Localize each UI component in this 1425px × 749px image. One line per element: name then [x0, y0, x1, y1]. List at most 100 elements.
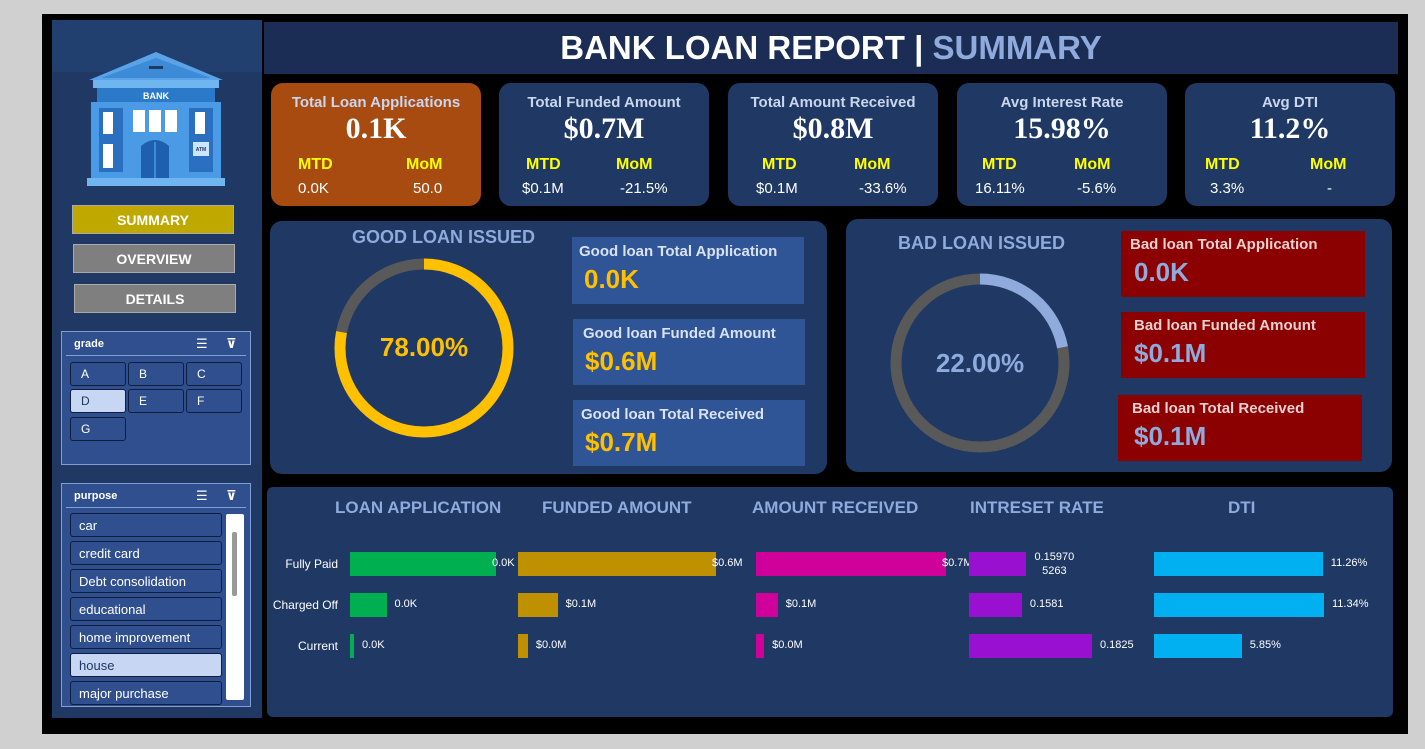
bad-loan-received-card: Bad loan Total Received $0.1M	[1118, 395, 1362, 461]
kpi-mom-value: -5.6%	[1077, 180, 1117, 197]
data-label-applications: 0.0K	[394, 598, 418, 610]
bar-applications	[350, 552, 496, 576]
chart-header-funded: FUNDED AMOUNT	[542, 498, 692, 517]
kpi-mtd-value: 16.11%	[975, 180, 1025, 197]
chart-header-received: AMOUNT RECEIVED	[752, 498, 919, 517]
kpi-mtd-value: $0.1M	[522, 180, 564, 197]
grade-option-f[interactable]: F	[186, 389, 242, 413]
page-title: BANK LOAN REPORT | SUMMARY	[264, 22, 1398, 74]
kpi-mtd-value: 0.0K	[298, 180, 329, 197]
kpi-title: Avg DTI	[1261, 94, 1319, 111]
kpi-title: Total Amount Received	[750, 94, 916, 111]
kpi-value: 0.1K	[345, 112, 407, 145]
bad-loan-card-value: 0.0K	[1134, 257, 1189, 287]
kpi-value: 11.2%	[1249, 112, 1331, 145]
kpi-mtd-label: MTD	[526, 156, 561, 173]
logo-atm-text: ATM	[196, 147, 206, 153]
bar-received	[756, 593, 778, 617]
data-label-interest: 0.1825	[1100, 639, 1134, 651]
multi-select-icon[interactable]: ☰	[196, 336, 208, 352]
data-label-funded: $0.6M	[712, 557, 743, 569]
multi-select-icon[interactable]: ☰	[196, 488, 208, 504]
kpi-avg-interest: Avg Interest Rate 15.98% MTD MoM 16.11% …	[957, 83, 1167, 206]
grade-option-g[interactable]: G	[70, 417, 126, 441]
good-loan-card-title: Good loan Total Application	[579, 243, 778, 260]
purpose-option[interactable]: house	[70, 653, 222, 677]
purpose-option[interactable]: home improvement	[70, 625, 222, 649]
good-loan-donut: 78.00%	[334, 258, 514, 438]
purpose-option[interactable]: car	[70, 513, 222, 537]
kpi-total-funded: Total Funded Amount $0.7M MTD MoM $0.1M …	[499, 83, 709, 206]
kpi-mom-value: -33.6%	[859, 180, 907, 197]
logo-bank-text: BANK	[143, 91, 169, 101]
bar-applications	[350, 634, 354, 658]
grade-slicer: grade ☰ ⊽ A B C D E F G	[61, 331, 251, 465]
kpi-mtd-value: $0.1M	[756, 180, 798, 197]
data-label-dti: 11.34%	[1332, 598, 1369, 610]
bar-dti	[1154, 552, 1323, 576]
purpose-slicer: purpose ☰ ⊽ car credit card Debt consoli…	[61, 483, 251, 707]
chart-header-applications: LOAN APPLICATION	[335, 498, 502, 517]
grade-option-e[interactable]: E	[128, 389, 184, 413]
data-label-applications: 0.0K	[362, 639, 385, 651]
good-loan-card-value: $0.6M	[585, 346, 658, 376]
data-label-applications: 0.0K	[492, 557, 515, 569]
purpose-option[interactable]: major purchase	[70, 681, 222, 705]
bar-dti	[1154, 634, 1242, 658]
kpi-title: Total Loan Applications	[291, 94, 461, 111]
data-label-interest: 0.15970 5263	[1034, 551, 1075, 577]
bar-funded	[518, 552, 716, 576]
kpi-mom-label: MoM	[854, 156, 891, 173]
kpi-mom-label: MoM	[616, 156, 653, 173]
bar-dti	[1154, 593, 1324, 617]
purpose-scrollbar[interactable]	[226, 514, 244, 700]
purpose-option[interactable]: credit card	[70, 541, 222, 565]
good-loan-applications-card: Good loan Total Application 0.0K	[572, 237, 804, 304]
bad-loan-donut: 22.00%	[890, 273, 1070, 453]
nav-overview-button[interactable]: OVERVIEW	[73, 244, 235, 273]
kpi-mom-label: MoM	[1310, 156, 1347, 173]
bad-loan-card-value: $0.1M	[1134, 421, 1207, 451]
bad-loan-card-title: Bad loan Total Application	[1130, 236, 1318, 253]
good-loan-card-value: 0.0K	[584, 264, 639, 294]
grade-option-c[interactable]: C	[186, 362, 242, 386]
scrollbar-thumb[interactable]	[232, 532, 237, 596]
nav-summary-button[interactable]: SUMMARY	[72, 205, 234, 234]
kpi-mom-value: -21.5%	[620, 180, 668, 197]
data-label-funded: $0.0M	[535, 639, 567, 651]
kpi-title: Total Funded Amount	[527, 94, 681, 111]
kpi-mom-value: 50.0	[413, 180, 443, 197]
data-label-received: $0.7M	[942, 557, 973, 569]
kpi-mtd-label: MTD	[298, 156, 333, 173]
bar-funded	[518, 593, 558, 617]
title-sub: SUMMARY	[932, 29, 1102, 66]
clear-filter-icon[interactable]: ⊽	[226, 336, 237, 352]
bar-received	[756, 552, 946, 576]
nav-details-button[interactable]: DETAILS	[74, 284, 236, 313]
bar-interest	[969, 634, 1092, 658]
kpi-value: $0.7M	[563, 112, 645, 145]
grade-option-a[interactable]: A	[70, 362, 126, 386]
chart-header-dti: DTI	[1228, 498, 1256, 517]
data-label-dti: 11.26%	[1330, 557, 1368, 569]
title-separator: |	[914, 29, 924, 66]
kpi-value: $0.8M	[792, 112, 874, 145]
kpi-mom-label: MoM	[406, 156, 443, 173]
clear-filter-icon[interactable]: ⊽	[226, 488, 237, 504]
grade-option-b[interactable]: B	[128, 362, 184, 386]
purpose-option[interactable]: educational	[70, 597, 222, 621]
good-loan-percent: 78.00%	[380, 332, 468, 362]
bad-loan-card-title: Bad loan Funded Amount	[1134, 317, 1316, 334]
title-main: BANK LOAN REPORT	[560, 29, 905, 66]
purpose-slicer-title: purpose	[74, 490, 118, 502]
kpi-mom-label: MoM	[1074, 156, 1111, 173]
grade-option-d[interactable]: D	[70, 389, 126, 413]
purpose-option[interactable]: Debt consolidation	[70, 569, 222, 593]
data-label-received: $0.1M	[785, 598, 817, 610]
bar-funded	[518, 634, 528, 658]
bad-loan-title: BAD LOAN ISSUED	[898, 233, 1066, 253]
data-label-received: $0.0M	[772, 639, 803, 651]
chart-header-interest: INTRESET RATE	[970, 498, 1104, 517]
data-label-funded: $0.1M	[565, 598, 597, 610]
bad-loan-percent: 22.00%	[936, 348, 1024, 378]
